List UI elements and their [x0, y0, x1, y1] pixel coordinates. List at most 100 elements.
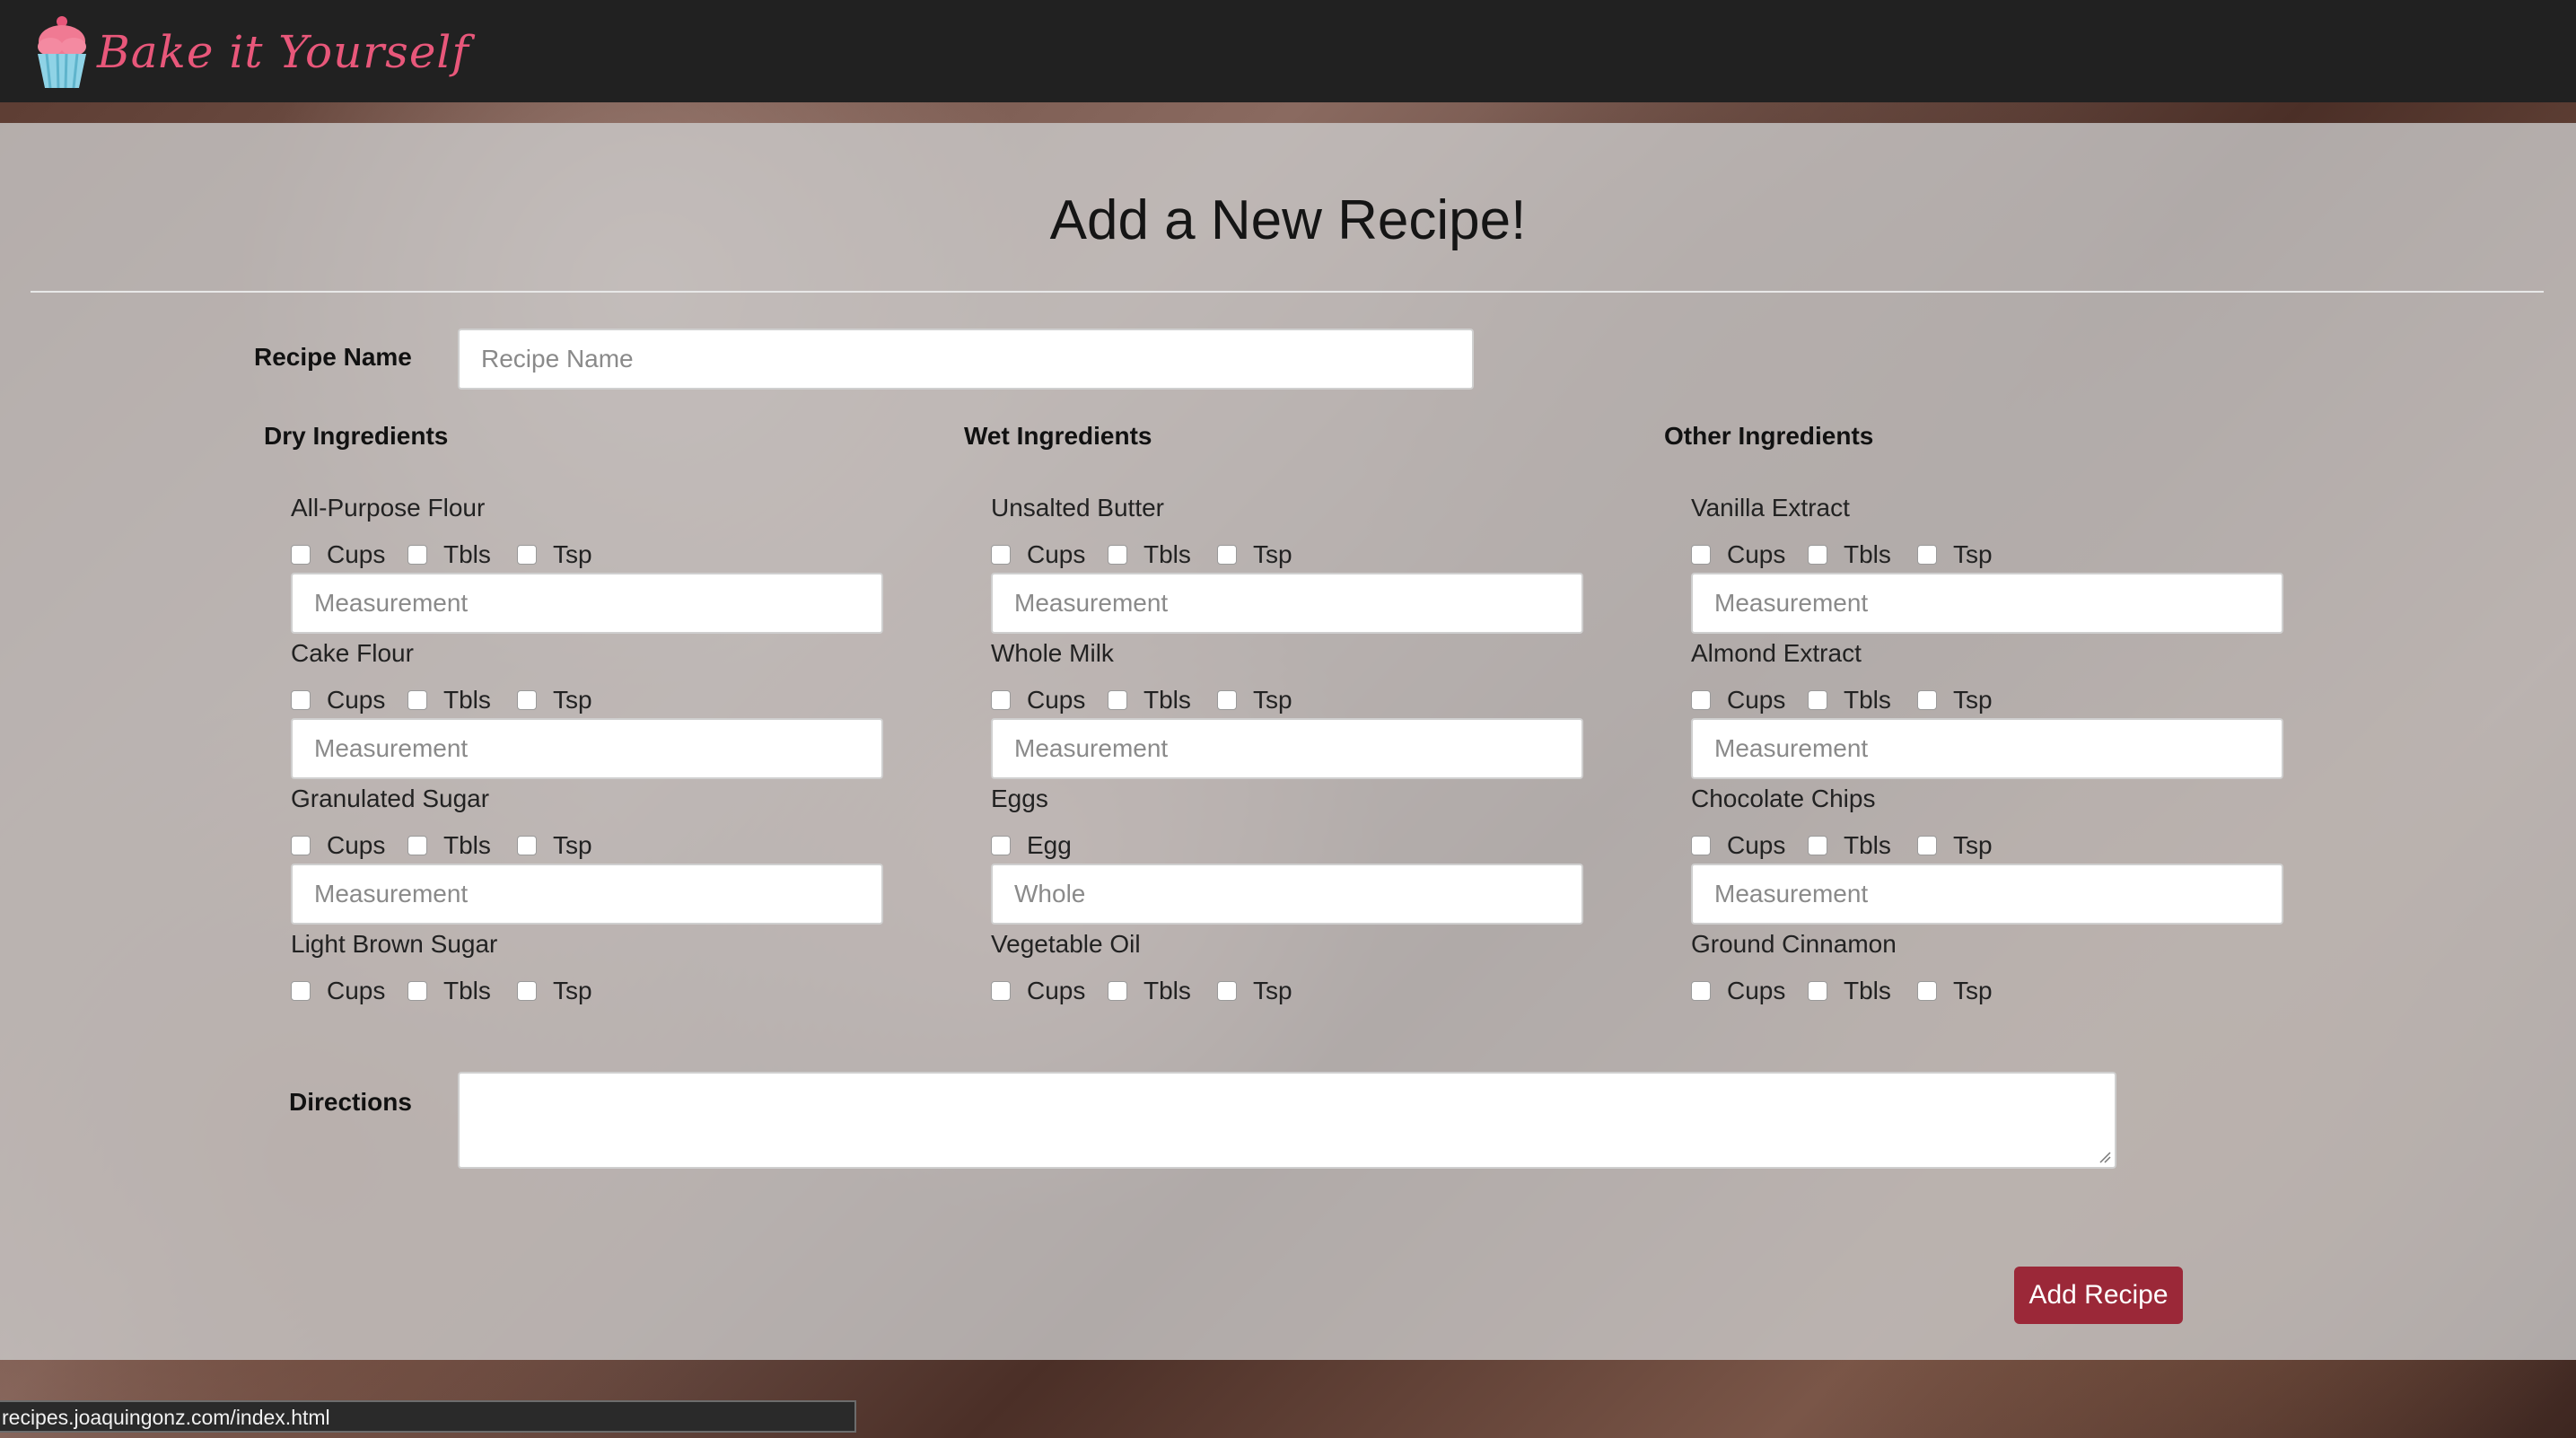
unit-checkbox[interactable] — [517, 690, 537, 710]
unit-checkbox[interactable] — [1217, 690, 1237, 710]
unit-option-light-brown-sugar-tbls[interactable]: Tbls — [407, 977, 491, 1005]
unit-option-vanilla-extract-tbls[interactable]: Tbls — [1808, 540, 1891, 569]
unit-option-unsalted-butter-tbls[interactable]: Tbls — [1108, 540, 1191, 569]
measurement-input-chocolate-chips[interactable] — [1691, 864, 2283, 925]
unit-checkbox[interactable] — [291, 545, 311, 565]
column-heading-wet-ingredients: Wet Ingredients — [964, 422, 1152, 450]
unit-option-eggs-egg[interactable]: Egg — [991, 831, 1072, 860]
unit-option-light-brown-sugar-cups[interactable]: Cups — [291, 977, 385, 1005]
measurement-input-cake-flour[interactable] — [291, 718, 883, 779]
unit-checkbox[interactable] — [1108, 690, 1127, 710]
unit-checkbox[interactable] — [1808, 981, 1827, 1001]
directions-textarea[interactable] — [458, 1072, 2116, 1169]
column-heading-other-ingredients: Other Ingredients — [1664, 422, 1874, 450]
unit-option-whole-milk-tbls[interactable]: Tbls — [1108, 686, 1191, 715]
unit-option-granulated-sugar-tsp[interactable]: Tsp — [517, 831, 592, 860]
unit-option-whole-milk-cups[interactable]: Cups — [991, 686, 1085, 715]
unit-option-cake-flour-tbls[interactable]: Tbls — [407, 686, 491, 715]
measurement-input-eggs[interactable] — [991, 864, 1583, 925]
unit-label: Tsp — [1953, 686, 1993, 714]
unit-checkbox[interactable] — [517, 545, 537, 565]
unit-checkbox[interactable] — [291, 690, 311, 710]
unit-option-granulated-sugar-cups[interactable]: Cups — [291, 831, 385, 860]
unit-option-unsalted-butter-cups[interactable]: Cups — [991, 540, 1085, 569]
unit-option-vanilla-extract-cups[interactable]: Cups — [1691, 540, 1785, 569]
unit-label: Tbls — [1143, 686, 1191, 714]
unit-option-ground-cinnamon-tsp[interactable]: Tsp — [1917, 977, 1993, 1005]
unit-checkbox[interactable] — [1108, 981, 1127, 1001]
unit-option-ground-cinnamon-cups[interactable]: Cups — [1691, 977, 1785, 1005]
measurement-input-granulated-sugar[interactable] — [291, 864, 883, 925]
unit-checkbox[interactable] — [1917, 836, 1937, 855]
unit-checkbox[interactable] — [1808, 690, 1827, 710]
unit-label: Cups — [327, 686, 386, 714]
unit-checkbox[interactable] — [517, 981, 537, 1001]
unit-option-vegetable-oil-tsp[interactable]: Tsp — [1217, 977, 1292, 1005]
unit-option-vegetable-oil-cups[interactable]: Cups — [991, 977, 1085, 1005]
unit-checkbox[interactable] — [407, 690, 427, 710]
unit-label: Cups — [1027, 977, 1086, 1004]
unit-checkbox[interactable] — [517, 836, 537, 855]
unit-checkbox[interactable] — [991, 690, 1011, 710]
unit-option-chocolate-chips-tsp[interactable]: Tsp — [1917, 831, 1993, 860]
unit-label: Tsp — [553, 686, 592, 714]
unit-checkbox[interactable] — [407, 545, 427, 565]
measurement-input-vanilla-extract[interactable] — [1691, 573, 2283, 634]
measurement-input-unsalted-butter[interactable] — [991, 573, 1583, 634]
unit-checkbox[interactable] — [1808, 836, 1827, 855]
unit-checkbox[interactable] — [991, 981, 1011, 1001]
unit-label: Tbls — [1844, 831, 1891, 859]
measurement-input-almond-extract[interactable] — [1691, 718, 2283, 779]
unit-checkbox[interactable] — [1917, 981, 1937, 1001]
unit-checkbox[interactable] — [1691, 836, 1711, 855]
unit-label: Tsp — [1953, 977, 1993, 1004]
unit-option-cake-flour-tsp[interactable]: Tsp — [517, 686, 592, 715]
unit-option-cake-flour-cups[interactable]: Cups — [291, 686, 385, 715]
unit-checkbox[interactable] — [1217, 545, 1237, 565]
resize-grip-icon[interactable] — [2098, 1151, 2111, 1163]
unit-option-almond-extract-tsp[interactable]: Tsp — [1917, 686, 1993, 715]
unit-checkbox[interactable] — [991, 545, 1011, 565]
measurement-input-whole-milk[interactable] — [991, 718, 1583, 779]
unit-option-chocolate-chips-tbls[interactable]: Tbls — [1808, 831, 1891, 860]
unit-option-chocolate-chips-cups[interactable]: Cups — [1691, 831, 1785, 860]
unit-label: Tsp — [1953, 540, 1993, 568]
recipe-name-input[interactable] — [458, 329, 1474, 390]
unit-checkbox[interactable] — [291, 836, 311, 855]
unit-option-all-purpose-flour-tsp[interactable]: Tsp — [517, 540, 592, 569]
ingredient-label-granulated-sugar: Granulated Sugar — [291, 785, 490, 812]
unit-option-unsalted-butter-tsp[interactable]: Tsp — [1217, 540, 1292, 569]
unit-option-vegetable-oil-tbls[interactable]: Tbls — [1108, 977, 1191, 1005]
unit-option-ground-cinnamon-tbls[interactable]: Tbls — [1808, 977, 1891, 1005]
brand-name: Bake it Yourself — [97, 26, 469, 78]
unit-option-vanilla-extract-tsp[interactable]: Tsp — [1917, 540, 1993, 569]
measurement-input-all-purpose-flour[interactable] — [291, 573, 883, 634]
unit-checkbox[interactable] — [1917, 545, 1937, 565]
unit-option-light-brown-sugar-tsp[interactable]: Tsp — [517, 977, 592, 1005]
navbar: Bake it Yourself — [0, 0, 2576, 102]
unit-option-all-purpose-flour-cups[interactable]: Cups — [291, 540, 385, 569]
unit-label: Cups — [327, 540, 386, 568]
unit-checkbox[interactable] — [1691, 981, 1711, 1001]
unit-checkbox[interactable] — [407, 981, 427, 1001]
ingredient-label-unsalted-butter: Unsalted Butter — [991, 494, 1164, 522]
unit-option-whole-milk-tsp[interactable]: Tsp — [1217, 686, 1292, 715]
unit-label: Tbls — [443, 686, 491, 714]
unit-checkbox[interactable] — [291, 981, 311, 1001]
unit-checkbox[interactable] — [1108, 545, 1127, 565]
brand-link[interactable]: Bake it Yourself — [32, 7, 469, 97]
unit-checkbox[interactable] — [1808, 545, 1827, 565]
unit-option-almond-extract-tbls[interactable]: Tbls — [1808, 686, 1891, 715]
unit-checkbox[interactable] — [1691, 690, 1711, 710]
unit-option-almond-extract-cups[interactable]: Cups — [1691, 686, 1785, 715]
unit-checkbox[interactable] — [407, 836, 427, 855]
unit-checkbox[interactable] — [1691, 545, 1711, 565]
unit-label: Cups — [1727, 977, 1786, 1004]
unit-checkbox[interactable] — [1917, 690, 1937, 710]
unit-checkbox[interactable] — [1217, 981, 1237, 1001]
unit-option-granulated-sugar-tbls[interactable]: Tbls — [407, 831, 491, 860]
unit-label: Tbls — [1143, 977, 1191, 1004]
unit-option-all-purpose-flour-tbls[interactable]: Tbls — [407, 540, 491, 569]
add-recipe-button[interactable]: Add Recipe — [2014, 1267, 2183, 1324]
unit-checkbox[interactable] — [991, 836, 1011, 855]
